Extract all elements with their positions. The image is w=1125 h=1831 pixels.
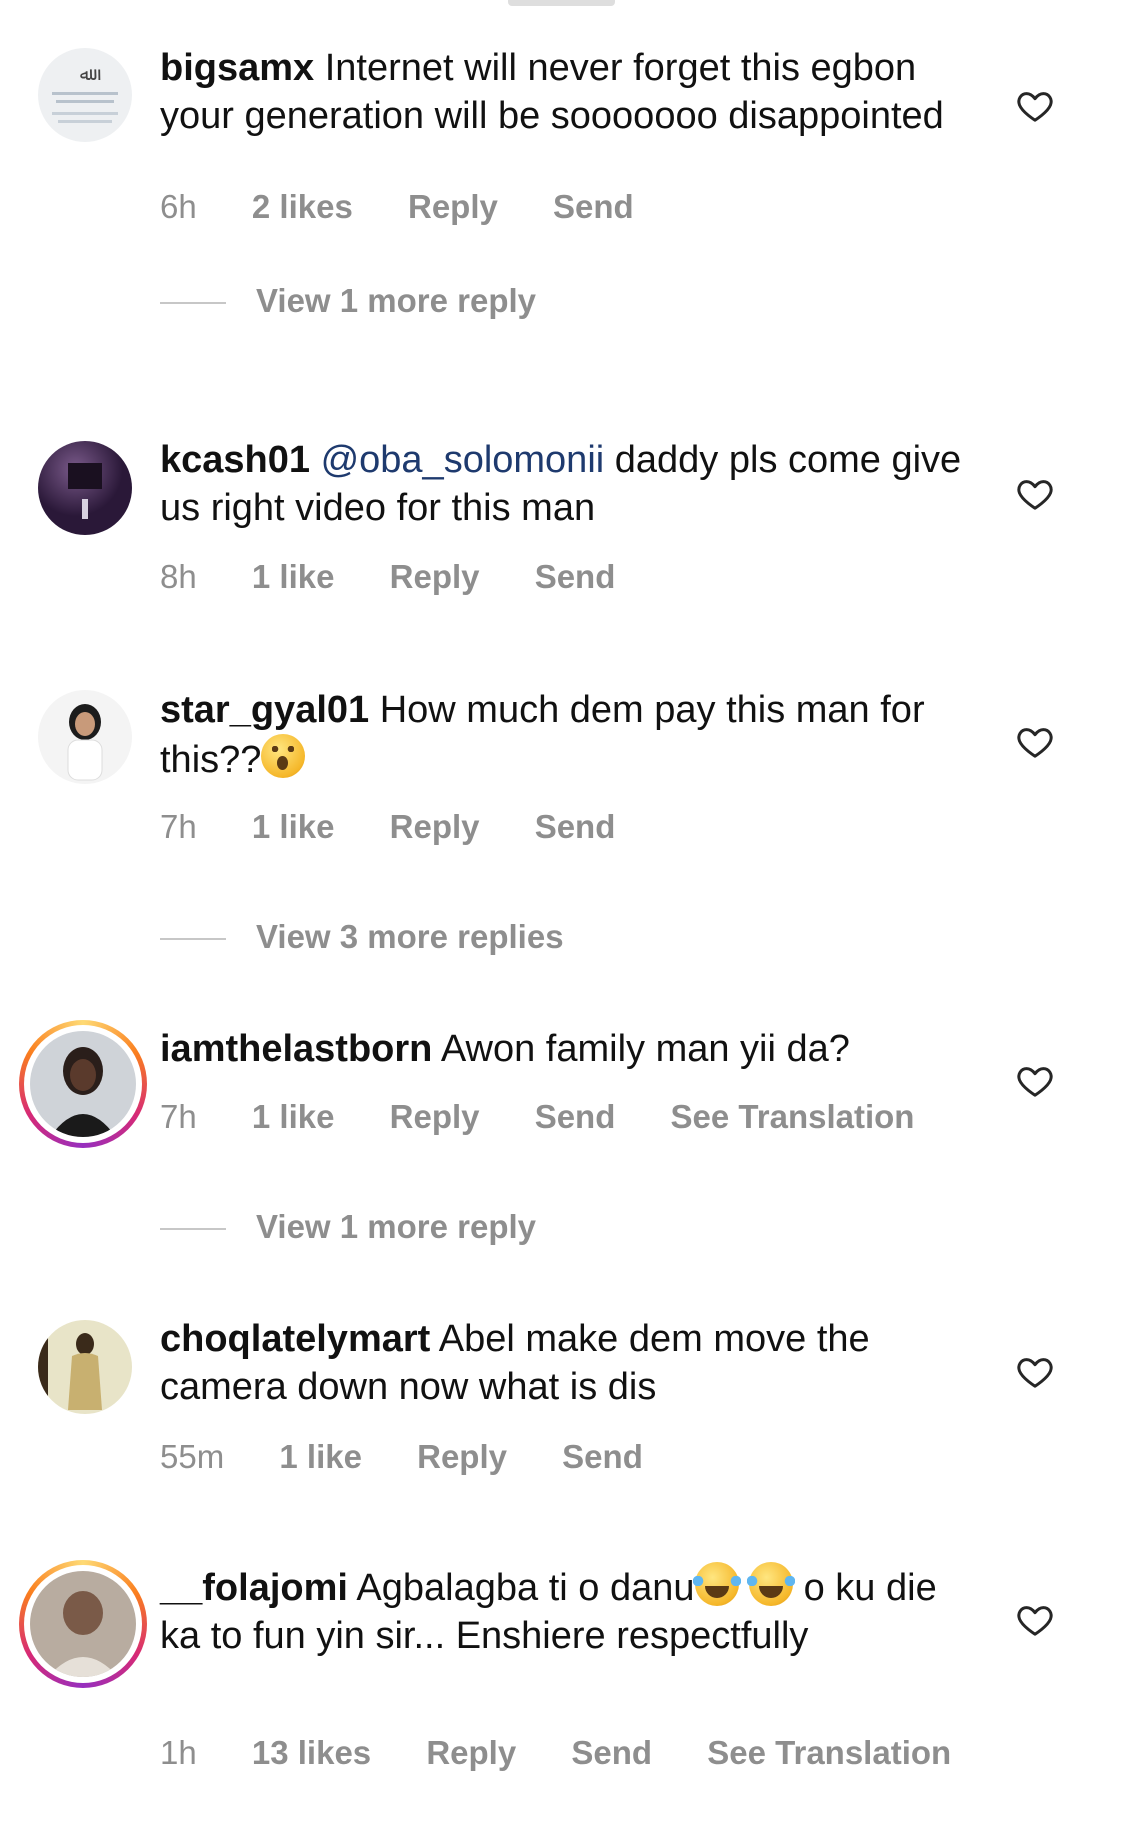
view-more-replies[interactable]: View 3 more replies [160, 918, 564, 956]
view-more-replies[interactable]: View 1 more reply [160, 282, 536, 320]
avatar[interactable] [38, 1320, 132, 1414]
avatar-story-ring[interactable] [19, 1020, 147, 1148]
comment-username[interactable]: bigsamx [160, 47, 314, 89]
heart-icon[interactable] [1015, 86, 1055, 126]
comment-meta: 8h 1 like Reply Send [160, 558, 661, 596]
comment-body: __folajomi Agbalagba ti o danu o ku die … [160, 1562, 985, 1660]
comment-body: kcash01 @oba_solomonii daddy pls come gi… [160, 436, 985, 532]
comment-time: 6h [160, 188, 197, 225]
divider-line [160, 302, 226, 305]
comment-body: choqlatelymart Abel make dem move the ca… [160, 1315, 985, 1411]
view-more-label[interactable]: View 3 more replies [256, 918, 564, 955]
likes-count[interactable]: 1 like [279, 1438, 362, 1476]
divider-line [160, 938, 226, 941]
comment-meta: 1h 13 likes Reply Send See Translation [160, 1734, 997, 1772]
heart-icon[interactable] [1015, 474, 1055, 514]
comment-text: Awon family man yii da? [440, 1028, 850, 1070]
comment-username[interactable]: iamthelastborn [160, 1028, 432, 1070]
view-more-label[interactable]: View 1 more reply [256, 282, 536, 319]
comment-body: star_gyal01 How much dem pay this man fo… [160, 686, 985, 784]
send-button[interactable]: Send [535, 558, 616, 596]
avatar[interactable] [38, 441, 132, 535]
avatar[interactable]: ﷲ [38, 48, 132, 142]
comment-username[interactable]: kcash01 [160, 439, 310, 481]
likes-count[interactable]: 2 likes [252, 188, 353, 226]
heart-icon[interactable] [1015, 1061, 1055, 1101]
avatar-story-ring[interactable] [19, 1560, 147, 1688]
comment-meta: 7h 1 like Reply Send See Translation [160, 1098, 960, 1136]
send-button[interactable]: Send [571, 1734, 652, 1772]
comment-meta: 7h 1 like Reply Send [160, 808, 661, 846]
likes-count[interactable]: 13 likes [252, 1734, 371, 1772]
divider-line [160, 1228, 226, 1231]
reply-button[interactable]: Reply [390, 558, 480, 596]
comment-body: iamthelastborn Awon family man yii da? [160, 1025, 985, 1073]
comment-meta: 55m 1 like Reply Send [160, 1438, 689, 1476]
see-translation-button[interactable]: See Translation [707, 1734, 951, 1772]
comment-text-part1: Agbalagba ti o danu [356, 1567, 695, 1609]
heart-icon[interactable] [1015, 1352, 1055, 1392]
heart-icon[interactable] [1015, 1600, 1055, 1640]
reply-button[interactable]: Reply [390, 1098, 480, 1136]
avatar [30, 1031, 136, 1137]
reply-button[interactable]: Reply [390, 808, 480, 846]
view-more-replies[interactable]: View 1 more reply [160, 1208, 536, 1246]
comment-meta: 6h 2 likes Reply Send [160, 188, 680, 226]
comment-username[interactable]: __folajomi [160, 1567, 348, 1609]
comment-username[interactable]: choqlatelymart [160, 1318, 430, 1360]
mention-link[interactable]: @oba_solomonii [321, 439, 605, 481]
reply-button[interactable]: Reply [426, 1734, 516, 1772]
likes-count[interactable]: 1 like [252, 558, 335, 596]
comment-time: 7h [160, 1098, 197, 1135]
comment-time: 1h [160, 1734, 197, 1771]
heart-icon[interactable] [1015, 722, 1055, 762]
avatar[interactable] [38, 690, 132, 784]
send-button[interactable]: Send [553, 188, 634, 226]
avatar [30, 1571, 136, 1677]
astonished-face-emoji [261, 734, 306, 778]
view-more-label[interactable]: View 1 more reply [256, 1208, 536, 1245]
send-button[interactable]: Send [562, 1438, 643, 1476]
comment-time: 55m [160, 1438, 225, 1475]
sheet-drag-handle[interactable] [508, 0, 615, 6]
comment-body: bigsamx Internet will never forget this … [160, 44, 985, 140]
see-translation-button[interactable]: See Translation [671, 1098, 915, 1136]
reply-button[interactable]: Reply [408, 188, 498, 226]
reply-button[interactable]: Reply [417, 1438, 507, 1476]
send-button[interactable]: Send [535, 808, 616, 846]
comment-time: 8h [160, 558, 197, 595]
comment-username[interactable]: star_gyal01 [160, 689, 369, 731]
likes-count[interactable]: 1 like [252, 808, 335, 846]
send-button[interactable]: Send [535, 1098, 616, 1136]
comment-time: 7h [160, 808, 197, 845]
tears-of-joy-emoji [692, 1562, 741, 1606]
tears-of-joy-emoji [747, 1562, 796, 1606]
likes-count[interactable]: 1 like [252, 1098, 335, 1136]
